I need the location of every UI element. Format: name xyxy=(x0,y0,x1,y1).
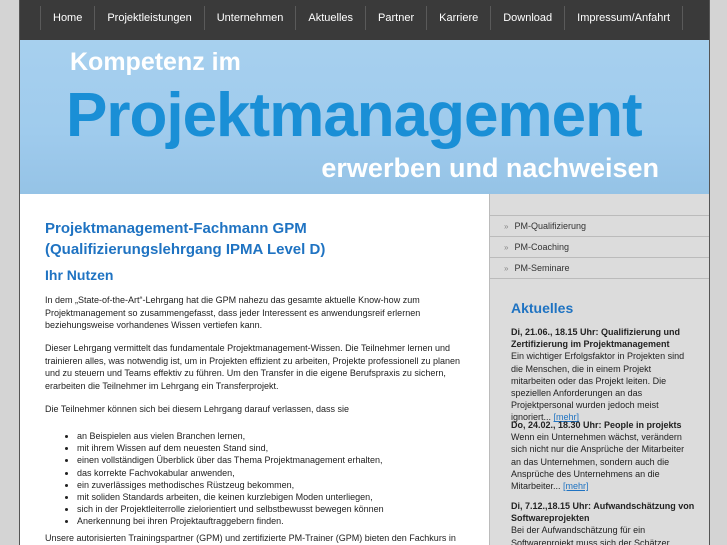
news-text: Bei der Aufwandschätzung für ein Softwar… xyxy=(511,525,670,545)
page-title: Projektmanagement-Fachmann GPM (Qualifiz… xyxy=(45,220,326,258)
header-banner: Kompetenz im Projektmanagement erwerben … xyxy=(20,40,709,194)
news-headline: Do, 24.02., 18.30 Uhr: People in projekt… xyxy=(511,420,682,430)
nav-home[interactable]: Home xyxy=(40,6,94,30)
banner-line-2: Projektmanagement xyxy=(66,81,643,150)
news-text: Ein wichtiger Erfolgsfaktor in Projekten… xyxy=(511,351,685,423)
news-item: Di, 21.06., 18.15 Uhr: Qualifizierung un… xyxy=(511,326,696,424)
news-headline: Di, 7.12.,18.15 Uhr: Aufwandschätzung vo… xyxy=(511,501,695,524)
nav-karriere[interactable]: Karriere xyxy=(426,6,490,30)
sidebar: » PM-Qualifizierung » PM-Coaching » PM-Semi… xyxy=(489,194,709,545)
nav-projektleistungen[interactable]: Projektleistungen xyxy=(94,6,203,30)
sidebar-item-pm-coaching[interactable]: » PM-Coaching xyxy=(490,236,709,257)
sidebar-item-pm-qualifizierung[interactable]: » PM-Qualifizierung xyxy=(490,215,709,236)
list-item: ein zuverlässiges methodisches Rüstzeug … xyxy=(77,479,384,491)
double-chevron-right-icon: » xyxy=(504,264,509,273)
sidebar-item-pm-seminare[interactable]: » PM-Seminare xyxy=(490,257,709,279)
sidebar-item-label: PM-Coaching xyxy=(514,242,569,252)
list-item: einen vollständigen Überblick über das T… xyxy=(77,454,384,466)
course-paragraph: Dieser Lehrgang vermittelt das fundament… xyxy=(45,343,461,391)
benefits-intro: Die Teilnehmer können sich bei diesem Le… xyxy=(45,404,350,414)
news-item: Do, 24.02., 18.30 Uhr: People in projekt… xyxy=(511,419,696,492)
main-content: Projektmanagement-Fachmann GPM (Qualifiz… xyxy=(20,194,489,545)
sidebar-item-label: PM-Qualifizierung xyxy=(514,221,586,231)
list-item: das korrekte Fachvokabular anwenden, xyxy=(77,467,384,479)
page-frame: Home Projektleistungen Unternehmen Aktue… xyxy=(19,0,710,545)
double-chevron-right-icon: » xyxy=(504,243,509,252)
news-text: Wenn ein Unternehmen wächst, verändern s… xyxy=(511,432,685,492)
list-item: mit ihrem Wissen auf dem neuesten Stand … xyxy=(77,442,384,454)
list-item: an Beispielen aus vielen Branchen lernen… xyxy=(77,430,384,442)
intro-paragraph: In dem „State-of-the-Art“-Lehrgang hat d… xyxy=(45,295,421,330)
list-item: mit soliden Standards arbeiten, die kein… xyxy=(77,491,384,503)
top-navigation: Home Projektleistungen Unternehmen Aktue… xyxy=(20,0,709,40)
news-item: Di, 7.12.,18.15 Uhr: Aufwandschätzung vo… xyxy=(511,500,696,545)
nav-aktuelles[interactable]: Aktuelles xyxy=(295,6,365,30)
news-headline: Di, 21.06., 18.15 Uhr: Qualifizierung un… xyxy=(511,327,681,350)
banner-line-1: Kompetenz im xyxy=(70,48,241,76)
sidebar-item-label: PM-Seminare xyxy=(514,263,570,273)
nav-partner[interactable]: Partner xyxy=(365,6,426,30)
list-item: Anerkennung bei ihren Projektauftraggebe… xyxy=(77,515,384,527)
section-title: Ihr Nutzen xyxy=(45,267,114,283)
nav-unternehmen[interactable]: Unternehmen xyxy=(203,6,296,30)
news-title: Aktuelles xyxy=(511,300,574,316)
partner-paragraph: Unsere autorisierten Trainingspartner (G… xyxy=(45,533,456,543)
nav-impressum[interactable]: Impressum/Anfahrt xyxy=(564,6,684,30)
benefits-list: an Beispielen aus vielen Branchen lernen… xyxy=(62,430,384,528)
nav-download[interactable]: Download xyxy=(490,6,564,30)
sidebar-nav: » PM-Qualifizierung » PM-Coaching » PM-Semi… xyxy=(490,215,709,279)
more-link[interactable]: [mehr] xyxy=(563,481,589,491)
list-item: sich in der Projektleiterrolle zielorien… xyxy=(77,503,384,515)
double-chevron-right-icon: » xyxy=(504,222,509,231)
banner-line-3: erwerben und nachweisen xyxy=(321,153,659,183)
